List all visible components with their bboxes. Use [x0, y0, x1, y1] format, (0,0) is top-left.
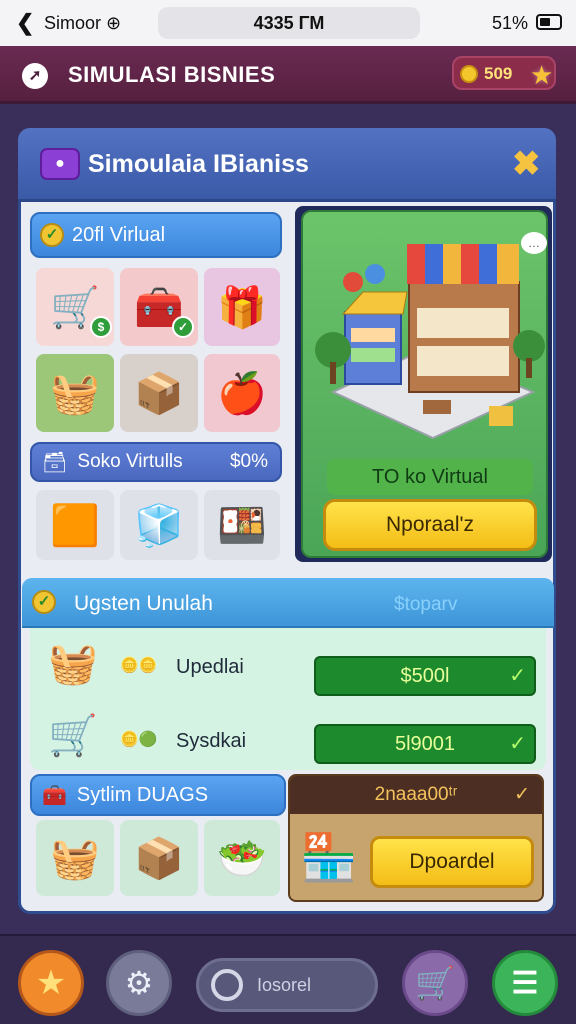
- refresh-icon: [211, 969, 243, 1001]
- gear-icon: ⚙: [124, 965, 154, 1001]
- price-value: $500l: [400, 665, 450, 687]
- app-title: SIMULASI BISNIES: [68, 62, 276, 87]
- item-tile-basket[interactable]: 🧺: [36, 820, 114, 896]
- vegetable-cart-icon: 🛒: [48, 714, 98, 758]
- fruit-cart-icon: 🧺: [48, 642, 98, 686]
- upgrade-button[interactable]: Dpoardel: [370, 836, 534, 888]
- item-tile-redbox[interactable]: 🧰 ✓: [120, 268, 198, 346]
- orange-box-icon: 🟧: [50, 503, 100, 548]
- food-box-icon: 🍎: [217, 371, 267, 416]
- item-tile-blue-box[interactable]: 🧊: [120, 490, 198, 560]
- search-input[interactable]: Iosorel: [196, 958, 378, 1012]
- item-tile-stack-box[interactable]: 🍱: [204, 490, 280, 560]
- close-icon[interactable]: ✖: [512, 144, 541, 184]
- search-label: Iosorel: [257, 975, 312, 995]
- item-tile-cart[interactable]: 🛒 $: [36, 268, 114, 346]
- wallet-icon: ●: [40, 148, 80, 180]
- check-icon: ✓: [40, 223, 64, 247]
- menu-nav-button[interactable]: ☰: [492, 950, 558, 1016]
- carrier-label: Simoor ⊕: [44, 13, 122, 33]
- star-icon: ★: [530, 60, 554, 90]
- goods-box-icon: 📦: [134, 836, 184, 881]
- store-icon: 🗃: [42, 451, 68, 474]
- app-header: ➚ SIMULASI BISNIES 509 ★: [0, 46, 576, 104]
- shop-label: TO ko Virtual: [327, 459, 533, 495]
- item-tile-purplebox[interactable]: 🎁: [204, 268, 280, 346]
- market-stall-icon: 🏪: [300, 831, 358, 883]
- bottom-nav: ★ ⚙ Iosorel 🛒 ☰: [0, 934, 576, 1024]
- gift-box-icon: 🎁: [217, 285, 267, 330]
- upgrade-card-header: 2naaa00ᵗʳ ✓: [290, 776, 542, 814]
- box-icon: 🧰: [42, 784, 67, 807]
- section2-title: Ugsten Unulah: [74, 592, 213, 615]
- settings-nav-button[interactable]: ⚙: [106, 950, 172, 1016]
- virtual-shop-card: … TO ko Virtual Nporaal'z: [295, 206, 552, 562]
- shop-action-button[interactable]: Nporaal'z: [323, 499, 537, 551]
- coins-icon: 🪙🪙: [120, 657, 158, 674]
- chevron-left-icon[interactable]: ❮: [16, 10, 34, 36]
- panel-title: Simoulaia IBianiss: [88, 150, 309, 178]
- item-tile-orange-box[interactable]: 🟧: [36, 490, 114, 560]
- status-bar: ❮ Simoor ⊕ 4335 ΓM 51%: [0, 0, 576, 46]
- menu-icon: ☰: [511, 966, 539, 1000]
- row-name: Sysdkai: [176, 730, 247, 752]
- cart-nav-button[interactable]: 🛒: [402, 950, 468, 1016]
- item-tile-crate[interactable]: 📦: [120, 354, 198, 432]
- check-icon: ✓: [514, 784, 530, 805]
- check-icon: ✓: [509, 733, 526, 755]
- coin-amount: 509: [484, 64, 513, 83]
- price-value: 5l9001: [394, 733, 456, 755]
- section3-pill[interactable]: 🧰 Sytlim DUAGS: [30, 774, 286, 816]
- fruit-cart-icon: 🧺: [50, 371, 100, 416]
- produce-icon: 🥗: [217, 836, 267, 881]
- battery-percent: 51%: [492, 13, 529, 33]
- section2-header: ✓ Ugsten Unulah $toparv: [22, 578, 554, 628]
- virtual-pill-label: 20fl Virlual: [72, 223, 166, 246]
- stack-box-icon: 🍱: [217, 503, 267, 548]
- check-badge-icon: ✓: [172, 316, 194, 338]
- coins-icon: 🪙🟢: [120, 731, 158, 748]
- cash-badge-icon: $: [90, 316, 112, 338]
- item-tile-goods-box[interactable]: 📦: [120, 820, 198, 896]
- blue-box-icon: 🧊: [134, 503, 184, 548]
- upgrade-amount: 2naaa00ᵗʳ: [374, 784, 458, 805]
- upgrade-card: 2naaa00ᵗʳ ✓ 🏪 Dpoardel: [288, 774, 544, 902]
- toko-pill[interactable]: 🗃 Soko Virtulls $0%: [30, 442, 282, 482]
- item-tile-food-box[interactable]: 🍎: [204, 354, 280, 432]
- clock: 4335 ΓM: [158, 7, 420, 39]
- section3-pill-label: Sytlim DUAGS: [76, 783, 209, 806]
- toko-percent: $0%: [229, 451, 268, 472]
- item-tile-fruit-cart[interactable]: 🧺: [36, 354, 114, 432]
- shopping-cart-icon: 🛒: [415, 965, 455, 1001]
- star-icon: ★: [35, 964, 67, 1002]
- battery-icon: [536, 14, 562, 30]
- section2-right-text[interactable]: $toparv: [394, 594, 457, 616]
- shop-illustration: [315, 244, 545, 440]
- star-nav-button[interactable]: ★: [18, 950, 84, 1016]
- compass-icon[interactable]: ➚: [22, 63, 48, 89]
- toko-pill-label: Soko Virtulls: [77, 451, 183, 472]
- item-tile-produce[interactable]: 🥗: [204, 820, 280, 896]
- check-icon: ✓: [509, 665, 526, 687]
- price-button[interactable]: 5l9001 ✓: [314, 724, 536, 764]
- shop-scene: … TO ko Virtual Nporaal'z: [301, 210, 548, 558]
- crate-icon: 📦: [134, 371, 184, 416]
- row-name: Upedlai: [176, 656, 244, 678]
- check-icon: ✓: [32, 590, 56, 614]
- virtual-pill[interactable]: ✓ 20fl Virlual: [30, 212, 282, 258]
- coin-icon: [460, 65, 478, 83]
- panel-title-bar: ● Simoulaia IBianiss ✖: [18, 128, 556, 202]
- coin-balance[interactable]: 509 ★: [452, 56, 556, 90]
- price-button[interactable]: $500l ✓: [314, 656, 536, 696]
- basket-icon: 🧺: [50, 836, 100, 881]
